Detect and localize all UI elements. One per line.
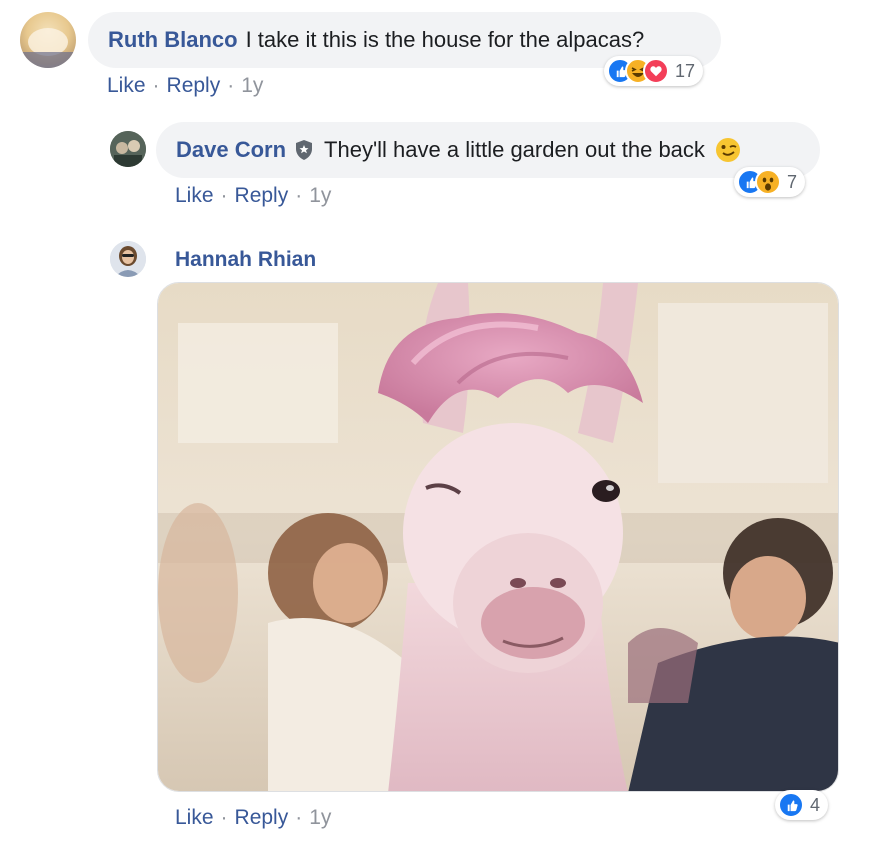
separator: · bbox=[295, 806, 303, 829]
admin-shield-icon bbox=[296, 140, 313, 160]
reply-link[interactable]: Reply bbox=[235, 184, 289, 207]
wink-emoji bbox=[715, 137, 741, 163]
reply-link[interactable]: Reply bbox=[235, 806, 289, 829]
reaction-count: 7 bbox=[787, 171, 798, 192]
reply-link[interactable]: Reply bbox=[167, 74, 221, 97]
comment-actions: Like · Reply · 1y bbox=[107, 74, 263, 98]
timestamp[interactable]: 1y bbox=[309, 184, 331, 207]
separator: · bbox=[152, 74, 160, 97]
avatar[interactable] bbox=[110, 131, 146, 167]
avatar-image bbox=[20, 28, 76, 68]
timestamp[interactable]: 1y bbox=[309, 806, 331, 829]
author-name[interactable]: Hannah Rhian bbox=[175, 248, 316, 272]
like-link[interactable]: Like bbox=[107, 74, 146, 97]
separator: · bbox=[220, 806, 228, 829]
timestamp[interactable]: 1y bbox=[241, 74, 263, 97]
author-name[interactable]: Ruth Blanco bbox=[108, 27, 238, 53]
llama-gif-image bbox=[158, 283, 838, 791]
avatar[interactable] bbox=[110, 241, 146, 277]
comment-bubble: Dave Corn They'll have a little garden o… bbox=[156, 122, 820, 178]
like-link[interactable]: Like bbox=[175, 806, 214, 829]
reaction-summary[interactable]: 7 bbox=[734, 167, 806, 197]
reaction-summary[interactable]: 4 bbox=[775, 790, 829, 820]
like-link[interactable]: Like bbox=[175, 184, 214, 207]
separator: · bbox=[295, 184, 303, 207]
avatar[interactable] bbox=[20, 12, 76, 68]
author-name[interactable]: Dave Corn bbox=[176, 137, 286, 163]
comment-actions: Like · Reply · 1y bbox=[175, 184, 331, 208]
separator: · bbox=[220, 184, 228, 207]
comment-text: I take it this is the house for the alpa… bbox=[245, 27, 645, 52]
like-icon bbox=[778, 792, 804, 818]
avatar-image bbox=[110, 131, 146, 167]
reaction-count: 17 bbox=[675, 60, 696, 81]
comment-actions: Like · Reply · 1y bbox=[175, 806, 331, 830]
separator: · bbox=[227, 74, 235, 97]
gif-attachment[interactable] bbox=[157, 282, 839, 792]
comment-text: They'll have a little garden out the bac… bbox=[324, 137, 705, 162]
reaction-summary[interactable]: 17 bbox=[604, 56, 704, 86]
wow-icon bbox=[755, 169, 781, 195]
avatar-image bbox=[110, 241, 146, 277]
love-icon bbox=[643, 58, 669, 84]
reaction-count: 4 bbox=[810, 794, 821, 815]
